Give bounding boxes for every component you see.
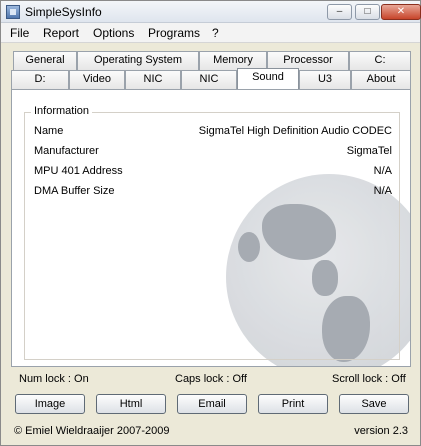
version-text: version 2.3: [354, 425, 408, 437]
tab-general[interactable]: General: [13, 51, 77, 70]
tab-sound[interactable]: Sound: [237, 68, 299, 89]
maximize-button[interactable]: □: [355, 4, 380, 20]
tab-c-drive[interactable]: C:: [349, 51, 411, 70]
menu-programs[interactable]: Programs: [148, 26, 200, 40]
minimize-icon: –: [336, 6, 343, 17]
app-window: SimpleSysInfo – □ ✕ File Report Options …: [0, 0, 421, 446]
information-group: Information Name SigmaTel High Definitio…: [24, 105, 400, 360]
menu-file[interactable]: File: [10, 26, 29, 40]
sound-panel: Information Name SigmaTel High Definitio…: [11, 89, 411, 367]
minimize-button[interactable]: –: [327, 4, 352, 20]
info-value: N/A: [373, 185, 392, 197]
window-title: SimpleSysInfo: [25, 5, 102, 19]
info-label: DMA Buffer Size: [34, 185, 115, 197]
tab-nic-1[interactable]: NIC: [125, 70, 181, 89]
html-button[interactable]: Html: [96, 394, 166, 414]
info-value: SigmaTel High Definition Audio CODEC: [198, 125, 392, 137]
info-label: Manufacturer: [34, 145, 99, 157]
save-button[interactable]: Save: [339, 394, 409, 414]
tab-about[interactable]: About: [351, 70, 411, 89]
tab-nic-2[interactable]: NIC: [181, 70, 237, 89]
menu-report[interactable]: Report: [43, 26, 79, 40]
caps-lock-status: Caps lock : Off: [175, 373, 247, 385]
tab-u3[interactable]: U3: [299, 70, 351, 89]
info-row-mpu401: MPU 401 Address N/A: [34, 165, 392, 181]
info-value: SigmaTel: [346, 145, 392, 157]
info-row-manufacturer: Manufacturer SigmaTel: [34, 145, 392, 161]
close-button[interactable]: ✕: [381, 4, 421, 20]
info-label: Name: [34, 125, 64, 137]
information-legend: Information: [31, 105, 93, 117]
tab-operating-system[interactable]: Operating System: [77, 51, 199, 70]
title-bar[interactable]: SimpleSysInfo – □ ✕: [1, 1, 421, 23]
scroll-lock-status: Scroll lock : Off: [332, 373, 406, 385]
menu-bar: File Report Options Programs ?: [1, 23, 420, 43]
tab-d-drive[interactable]: D:: [11, 70, 69, 89]
menu-options[interactable]: Options: [93, 26, 134, 40]
image-button[interactable]: Image: [15, 394, 85, 414]
email-button[interactable]: Email: [177, 394, 247, 414]
copyright-text: © Emiel Wieldraaijer 2007-2009: [14, 425, 170, 437]
print-button[interactable]: Print: [258, 394, 328, 414]
info-row-name: Name SigmaTel High Definition Audio CODE…: [34, 125, 392, 141]
info-value: N/A: [373, 165, 392, 177]
info-row-dma-buffer: DMA Buffer Size N/A: [34, 185, 392, 201]
num-lock-status: Num lock : On: [19, 373, 89, 385]
app-icon: [6, 5, 20, 19]
tab-video[interactable]: Video: [69, 70, 125, 89]
close-icon: ✕: [396, 6, 406, 17]
maximize-icon: □: [364, 6, 371, 17]
menu-help[interactable]: ?: [212, 26, 219, 40]
info-label: MPU 401 Address: [34, 165, 123, 177]
